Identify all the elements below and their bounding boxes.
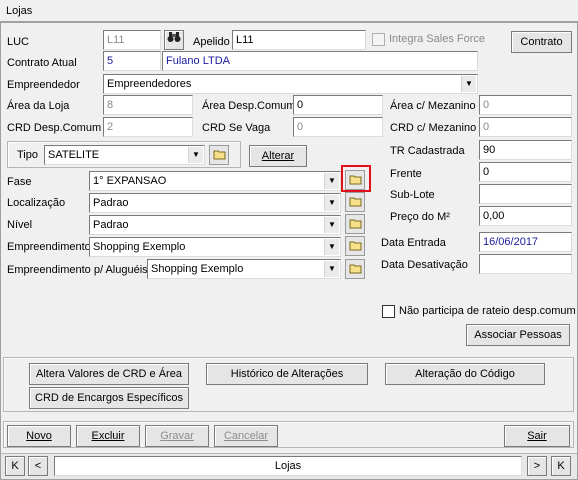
altera-valores-button[interactable]: Altera Valores de CRD e Área <box>29 363 189 385</box>
area-loja-label: Área da Loja <box>7 100 70 112</box>
chevron-down-icon: ▼ <box>324 173 339 189</box>
tipo-folder-button[interactable] <box>209 145 229 165</box>
area-loja-field[interactable]: 8 <box>103 95 193 115</box>
crd-encargos-button[interactable]: CRD de Encargos Específicos <box>29 387 189 409</box>
prev-icon: < <box>34 460 42 472</box>
emp-alugueis-label: Empreendimento p/ Aluguéis <box>7 264 148 276</box>
empreendedor-value: Empreendedores <box>107 78 192 90</box>
next-record-button[interactable]: > <box>527 456 547 476</box>
sair-button[interactable]: Sair <box>504 425 570 447</box>
empreendimento-value: Shopping Exemplo <box>93 241 186 253</box>
next-icon: > <box>533 460 541 472</box>
apelido-field[interactable]: L11 <box>232 30 366 50</box>
tipo-select[interactable]: SATELITE ▼ <box>44 145 205 165</box>
sublote-label: Sub-Lote <box>390 189 435 201</box>
area-desp-label: Área Desp.Comum <box>202 100 296 112</box>
empreendimento-folder-button[interactable] <box>345 236 365 256</box>
chevron-down-icon: ▼ <box>324 239 339 255</box>
localizacao-select[interactable]: Padrao ▼ <box>89 193 341 213</box>
fase-label: Fase <box>7 176 32 188</box>
contrato-button[interactable]: Contrato <box>511 31 572 53</box>
contrato-numero-field[interactable]: 5 <box>103 51 161 71</box>
nivel-value: Padrao <box>93 219 129 231</box>
chevron-down-icon: ▼ <box>324 217 339 233</box>
preco-label: Preço do M² <box>390 211 450 223</box>
empreendimento-select[interactable]: Shopping Exemplo ▼ <box>89 237 341 257</box>
emp-alugueis-select[interactable]: Shopping Exemplo ▼ <box>147 259 341 279</box>
localizacao-folder-button[interactable] <box>345 192 365 212</box>
emp-alugueis-value: Shopping Exemplo <box>151 263 244 275</box>
data-entrada-field[interactable]: 16/06/2017 <box>479 232 572 252</box>
navigator-caption: Lojas <box>54 456 522 476</box>
folder-icon <box>349 264 361 274</box>
chevron-down-icon: ▼ <box>324 261 339 277</box>
contrato-nome-field[interactable]: Fulano LTDA <box>162 51 478 71</box>
cancelar-button[interactable]: Cancelar <box>214 425 278 447</box>
title-bar: Lojas <box>0 0 578 22</box>
chevron-down-icon: ▼ <box>188 147 203 163</box>
integra-sales-force-checkbox[interactable] <box>372 33 385 46</box>
first-icon: K <box>11 460 19 472</box>
rateio-checkbox[interactable] <box>382 305 395 318</box>
folder-icon <box>349 241 361 251</box>
tr-label: TR Cadastrada <box>390 145 465 157</box>
luc-field[interactable]: L11 <box>103 30 161 50</box>
folder-icon <box>349 197 361 207</box>
novo-button[interactable]: Novo <box>7 425 71 447</box>
folder-icon <box>213 150 225 160</box>
alterar-button[interactable]: Alterar <box>249 145 307 167</box>
data-entrada-label: Data Entrada <box>381 237 446 249</box>
window-title: Lojas <box>6 5 33 17</box>
frente-field[interactable]: 0 <box>479 162 572 182</box>
empreendedor-label: Empreendedor <box>7 79 80 91</box>
folder-icon <box>349 219 361 229</box>
nivel-folder-button[interactable] <box>345 214 365 234</box>
rateio-label: Não participa de rateio desp.comum <box>399 305 576 317</box>
preco-field[interactable]: 0,00 <box>479 206 572 226</box>
tipo-value: SATELITE <box>48 149 100 161</box>
localizacao-value: Padrao <box>93 197 129 209</box>
prev-record-button[interactable]: < <box>28 456 48 476</box>
alteracao-codigo-button[interactable]: Alteração do Código <box>385 363 545 385</box>
apelido-label: Apelido <box>193 36 230 48</box>
crd-mezanino-label: CRD c/ Mezanino <box>390 122 477 134</box>
data-desativacao-field[interactable] <box>479 254 572 274</box>
localizacao-label: Localização <box>7 197 66 209</box>
emp-alugueis-folder-button[interactable] <box>345 259 365 279</box>
integra-label: Integra Sales Force <box>389 33 485 45</box>
crd-desp-label: CRD Desp.Comum <box>7 122 102 134</box>
last-record-button[interactable]: K <box>551 456 571 476</box>
data-desativacao-label: Data Desativação <box>381 259 468 271</box>
associar-pessoas-button[interactable]: Associar Pessoas <box>466 324 570 346</box>
nivel-label: Nível <box>7 219 33 231</box>
gravar-button[interactable]: Gravar <box>145 425 209 447</box>
tr-field[interactable]: 90 <box>479 140 572 160</box>
empreendedor-select[interactable]: Empreendedores ▼ <box>103 74 478 94</box>
crd-desp-field[interactable]: 2 <box>103 117 193 137</box>
fase-value: 1° EXPANSAO <box>93 175 167 187</box>
highlight-box <box>341 165 371 192</box>
last-icon: K <box>557 460 565 472</box>
crd-vaga-label: CRD Se Vaga <box>202 122 271 134</box>
luc-label: LUC <box>7 36 30 48</box>
sublote-field[interactable] <box>479 184 572 204</box>
tipo-label: Tipo <box>17 149 38 161</box>
empreendimento-label: Empreendimento <box>7 241 91 253</box>
area-mezanino-label: Área c/ Mezanino <box>390 100 476 112</box>
area-desp-field[interactable]: 0 <box>293 95 383 115</box>
crd-mezanino-field[interactable]: 0 <box>479 117 572 137</box>
contrato-atual-label: Contrato Atual <box>7 57 77 69</box>
chevron-down-icon: ▼ <box>324 195 339 211</box>
search-button[interactable] <box>164 30 184 50</box>
binoculars-icon <box>167 32 181 46</box>
frente-label: Frente <box>390 168 422 180</box>
excluir-button[interactable]: Excluir <box>76 425 140 447</box>
historico-button[interactable]: Histórico de Alterações <box>206 363 368 385</box>
area-mezanino-field[interactable]: 0 <box>479 95 572 115</box>
fase-select[interactable]: 1° EXPANSAO ▼ <box>89 171 341 191</box>
chevron-down-icon: ▼ <box>461 76 476 92</box>
nivel-select[interactable]: Padrao ▼ <box>89 215 341 235</box>
first-record-button[interactable]: K <box>5 456 25 476</box>
crd-vaga-field[interactable]: 0 <box>293 117 383 137</box>
